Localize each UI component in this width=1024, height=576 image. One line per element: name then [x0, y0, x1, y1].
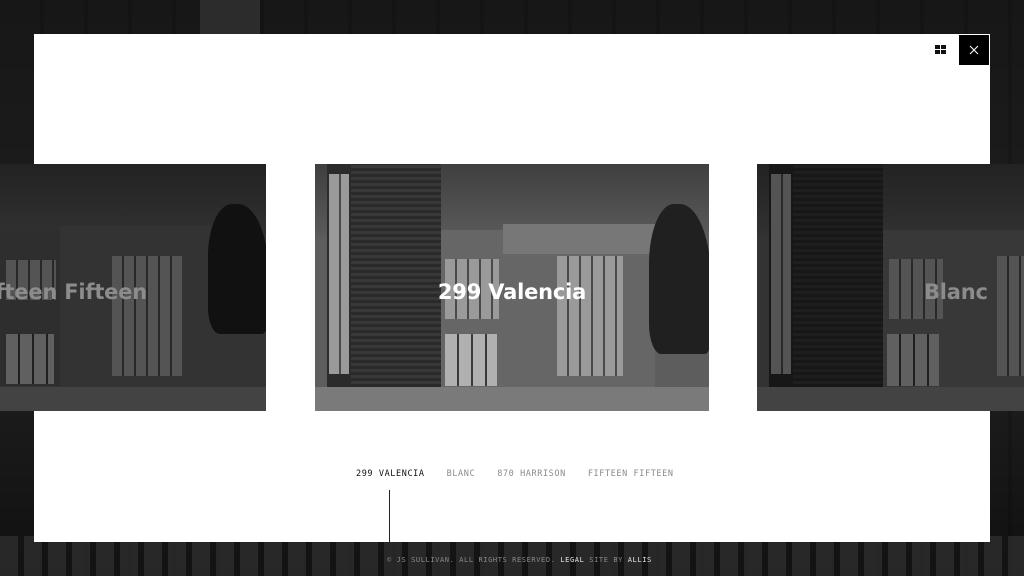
slide-title: Blanc	[924, 280, 988, 304]
project-nav: 299 VALENCIA BLANC 870 HARRISON FIFTEEN …	[356, 469, 674, 479]
slide-previous[interactable]: Fifteen Fifteen	[0, 164, 266, 411]
slide-next[interactable]: Blanc	[757, 164, 1024, 411]
nav-active-indicator	[389, 490, 390, 542]
slide-title: Fifteen Fifteen	[0, 280, 147, 304]
grid-icon[interactable]	[935, 45, 946, 54]
slide-title: 299 Valencia	[437, 280, 587, 304]
close-icon	[969, 45, 979, 55]
nav-item-870-harrison[interactable]: 870 HARRISON	[497, 469, 566, 479]
agency-link[interactable]: ALLIS	[628, 556, 652, 564]
nav-item-blanc[interactable]: BLANC	[447, 469, 476, 479]
close-button[interactable]	[959, 35, 989, 65]
slide-current[interactable]: 299 Valencia	[315, 164, 709, 411]
footer: © JS SULLIVAN. ALL RIGHTS RESERVED. LEGA…	[387, 556, 652, 564]
site-by-text: SITE BY	[589, 556, 623, 564]
copyright-text: © JS SULLIVAN. ALL RIGHTS RESERVED.	[387, 556, 556, 564]
legal-link[interactable]: LEGAL	[560, 556, 584, 564]
backdrop-building	[200, 0, 260, 34]
nav-item-fifteen-fifteen[interactable]: FIFTEEN FIFTEEN	[588, 469, 674, 479]
nav-item-299-valencia[interactable]: 299 VALENCIA	[356, 469, 425, 479]
